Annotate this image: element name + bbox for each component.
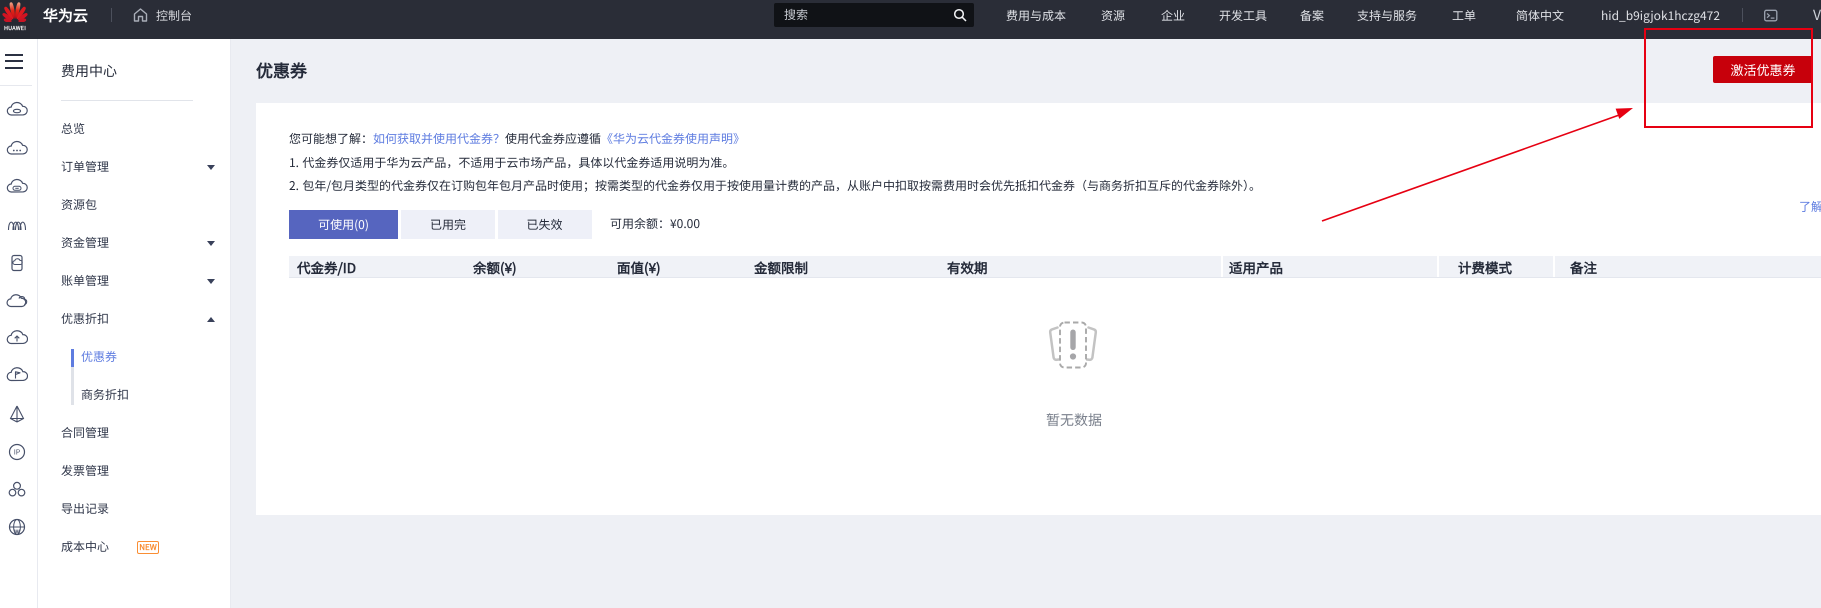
svg-text:IP: IP	[14, 447, 21, 457]
svg-text:W: W	[13, 526, 20, 535]
